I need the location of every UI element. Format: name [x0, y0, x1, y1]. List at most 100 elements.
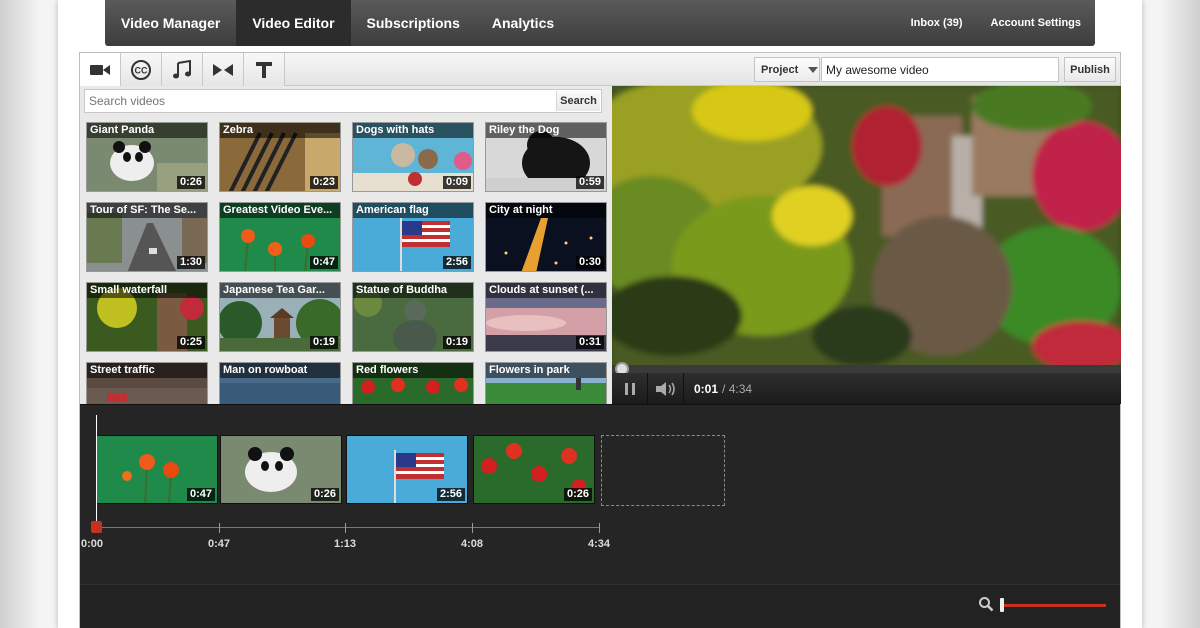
- top-nav: Video Manager Video Editor Subscriptions…: [105, 0, 1095, 46]
- video-thumb[interactable]: Statue of Buddha 0:19: [352, 282, 474, 352]
- total-time: / 4:34: [722, 381, 753, 396]
- transition-icon[interactable]: [203, 53, 244, 86]
- volume-icon: [655, 381, 675, 396]
- player-controls: 0:01 / 4:34: [612, 373, 1121, 404]
- ruler-label: 4:08: [460, 538, 484, 550]
- clip-duration: 0:26: [563, 488, 592, 501]
- ruler-label: 0:00: [80, 538, 104, 550]
- video-duration: 0:30: [575, 256, 604, 269]
- zoom-icon: [979, 597, 994, 612]
- account-settings-link[interactable]: Account Settings: [977, 17, 1095, 29]
- timeline-clip[interactable]: 0:26: [473, 435, 595, 504]
- ruler-label: 1:13: [333, 538, 357, 550]
- video-title: Riley the Dog: [486, 123, 606, 138]
- video-duration: 0:59: [575, 176, 604, 189]
- video-thumb[interactable]: Dogs with hats 0:09: [352, 122, 474, 192]
- search-button[interactable]: Search: [556, 91, 600, 111]
- timeline-ruler: [96, 527, 600, 528]
- video-duration: 1:30: [176, 256, 205, 269]
- video-title: Red flowers: [353, 363, 473, 378]
- video-thumb[interactable]: Red flowers: [352, 362, 474, 404]
- project-dropdown[interactable]: Project: [754, 57, 820, 82]
- video-thumb[interactable]: Small waterfall 0:25: [86, 282, 208, 352]
- video-thumb[interactable]: Riley the Dog 0:59: [485, 122, 607, 192]
- video-duration: 0:09: [442, 176, 471, 189]
- timeline-clip[interactable]: 0:26: [220, 435, 342, 504]
- playhead[interactable]: [96, 415, 97, 533]
- video-thumb[interactable]: Greatest Video Eve... 0:47: [219, 202, 341, 272]
- timeline-clip[interactable]: 2:56: [346, 435, 468, 504]
- preview-frame: [612, 86, 1121, 370]
- tab-subscriptions[interactable]: Subscriptions: [351, 0, 476, 46]
- ruler-tick: [472, 523, 473, 533]
- editor-toolbar: CC Project Publish: [80, 53, 1120, 86]
- search-bar: Search: [84, 89, 602, 113]
- ruler-label: 0:47: [207, 538, 231, 550]
- video-thumb[interactable]: Flowers in park: [485, 362, 607, 404]
- video-title: Street traffic: [87, 363, 207, 378]
- video-title: Giant Panda: [87, 123, 207, 138]
- timeline-clip[interactable]: 0:47: [96, 435, 218, 504]
- video-preview[interactable]: 0:01 / 4:34: [612, 86, 1121, 404]
- video-editor: CC Project Publish Search Giant Panda: [79, 52, 1121, 628]
- tab-video-editor[interactable]: Video Editor: [236, 0, 351, 46]
- chevron-down-icon: [808, 66, 819, 73]
- video-duration: 0:31: [575, 336, 604, 349]
- ruler-label: 4:34: [587, 538, 611, 550]
- video-thumb[interactable]: Zebra 0:23: [219, 122, 341, 192]
- video-thumb[interactable]: Clouds at sunset (... 0:31: [485, 282, 607, 352]
- video-thumb[interactable]: Man on rowboat: [219, 362, 341, 404]
- ruler-tick: [219, 523, 220, 533]
- video-title: Greatest Video Eve...: [220, 203, 340, 218]
- timeline: 0:47 0:26 2:56 0:26 0:00 0:47 1:13 4:08 …: [80, 404, 1120, 584]
- video-duration: 0:19: [309, 336, 338, 349]
- video-camera-icon[interactable]: [80, 53, 121, 86]
- current-time: 0:01: [694, 381, 719, 396]
- video-title: Dogs with hats: [353, 123, 473, 138]
- video-title: City at night: [486, 203, 606, 218]
- text-icon[interactable]: [244, 53, 285, 86]
- project-label: Project: [761, 63, 799, 76]
- search-input[interactable]: [85, 90, 555, 112]
- clip-duration: 0:26: [310, 488, 339, 501]
- clip-duration: 0:47: [186, 488, 215, 501]
- video-duration: 0:47: [309, 256, 338, 269]
- inbox-link[interactable]: Inbox (39): [897, 17, 977, 29]
- zoom-handle[interactable]: [1000, 598, 1004, 612]
- music-note-icon[interactable]: [162, 53, 203, 86]
- publish-button[interactable]: Publish: [1064, 57, 1116, 82]
- video-thumb[interactable]: Japanese Tea Gar... 0:19: [219, 282, 341, 352]
- video-thumb[interactable]: Street traffic: [86, 362, 208, 404]
- tab-analytics[interactable]: Analytics: [476, 0, 570, 46]
- project-title-input[interactable]: [821, 57, 1059, 82]
- video-thumb[interactable]: City at night 0:30: [485, 202, 607, 272]
- video-title: Tour of SF: The Se...: [87, 203, 207, 218]
- video-title: Clouds at sunset (...: [486, 283, 606, 298]
- video-duration: 0:19: [442, 336, 471, 349]
- video-title: Flowers in park: [486, 363, 606, 378]
- video-title: Small waterfall: [87, 283, 207, 298]
- tab-video-manager[interactable]: Video Manager: [105, 0, 236, 46]
- clip-drop-zone[interactable]: [601, 435, 725, 506]
- clip-duration: 2:56: [436, 488, 465, 501]
- video-title: Zebra: [220, 123, 340, 138]
- ruler-tick: [345, 523, 346, 533]
- timeline-footer: [80, 584, 1120, 628]
- volume-button[interactable]: [648, 373, 684, 404]
- video-title: American flag: [353, 203, 473, 218]
- svg-text:CC: CC: [135, 65, 148, 75]
- seek-bar[interactable]: [612, 365, 1121, 373]
- video-duration: 0:25: [176, 336, 205, 349]
- zoom-slider[interactable]: [1002, 604, 1106, 607]
- video-thumb[interactable]: Giant Panda 0:26: [86, 122, 208, 192]
- video-title: Japanese Tea Gar...: [220, 283, 340, 298]
- video-duration: 0:23: [309, 176, 338, 189]
- video-thumb[interactable]: Tour of SF: The Se... 1:30: [86, 202, 208, 272]
- video-library: Search Giant Panda 0:26 Zebra 0:23 Dogs …: [80, 86, 612, 404]
- video-duration: 0:26: [176, 176, 205, 189]
- ruler-tick: [599, 523, 600, 533]
- pause-button[interactable]: [612, 373, 648, 404]
- playhead-handle[interactable]: [91, 521, 102, 533]
- closed-caption-icon[interactable]: CC: [121, 53, 162, 86]
- video-thumb[interactable]: American flag 2:56: [352, 202, 474, 272]
